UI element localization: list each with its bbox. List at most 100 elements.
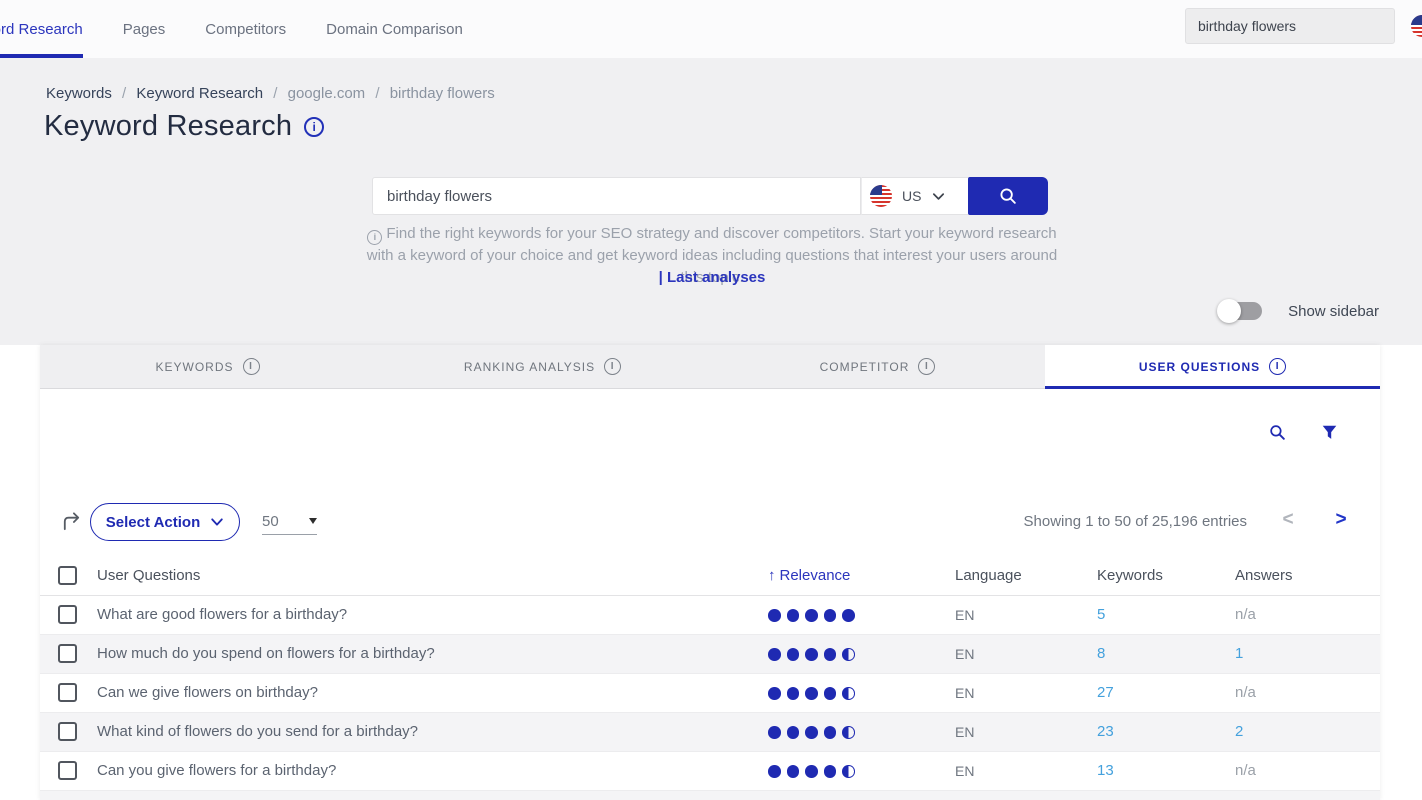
select-all-checkbox[interactable] (58, 566, 77, 585)
breadcrumb: Keywords / Keyword Research / google.com… (46, 85, 495, 102)
show-sidebar-toggle[interactable] (1220, 302, 1262, 320)
answers-value: n/a (1235, 596, 1256, 634)
prev-page-button[interactable]: < (1278, 509, 1298, 531)
column-label: Relevance (780, 567, 851, 584)
answers-value: n/a (1235, 674, 1256, 712)
language-value: EN (955, 752, 974, 790)
breadcrumb-separator: / (273, 85, 277, 102)
tab-keywords[interactable]: KEYWORDS i (40, 345, 375, 388)
tab-label: KEYWORDS (155, 360, 233, 374)
language-value: EN (955, 713, 974, 751)
us-flag-icon[interactable] (1411, 15, 1422, 37)
user-questions-table: User Questions ↑Relevance Language Keywo… (40, 556, 1380, 800)
column-answers[interactable]: Answers (1235, 556, 1293, 595)
last-analyses-link[interactable]: | Last analyses (362, 269, 1062, 286)
relevance-dot (768, 609, 781, 622)
tab-user-questions[interactable]: USER QUESTIONS i (1045, 345, 1380, 388)
row-checkbox[interactable] (58, 722, 77, 741)
answers-value[interactable]: 1 (1235, 635, 1243, 673)
table-row: Can we give flowers on birthday? EN 27 n… (40, 674, 1380, 713)
relevance-dot (768, 687, 781, 700)
row-checkbox[interactable] (58, 644, 77, 663)
showing-entries-text: Showing 1 to 50 of 25,196 entries (940, 513, 1247, 530)
question-text: Can we give flowers on birthday? (97, 674, 318, 712)
info-icon[interactable]: i (604, 358, 621, 375)
page-size-select[interactable]: 50 (262, 508, 317, 535)
select-action-button[interactable]: Select Action (90, 503, 240, 541)
relevance-dot (805, 609, 818, 622)
next-page-button[interactable]: > (1331, 509, 1351, 531)
tab-label: COMPETITOR (820, 360, 910, 374)
relevance-dot (824, 726, 837, 739)
answers-value: n/a (1235, 752, 1256, 790)
keywords-link[interactable]: 5 (1097, 596, 1105, 634)
chevron-down-icon (931, 189, 946, 204)
info-icon[interactable]: i (918, 358, 935, 375)
column-language[interactable]: Language (955, 556, 1022, 595)
relevance-dots (768, 609, 855, 622)
row-checkbox[interactable] (58, 683, 77, 702)
tab-ranking-analysis[interactable]: RANKING ANALYSIS i (375, 345, 710, 388)
breadcrumb-google-com[interactable]: google.com (288, 85, 366, 102)
filter-icon[interactable] (1321, 424, 1338, 441)
relevance-dot (768, 726, 781, 739)
keyword-search-input[interactable] (372, 177, 861, 215)
keywords-link[interactable]: 23 (1097, 713, 1114, 751)
nav-item-keyword-research[interactable]: Keyword Research (0, 0, 83, 58)
row-checkbox[interactable] (58, 761, 77, 780)
column-relevance-sort[interactable]: ↑Relevance (768, 556, 850, 595)
question-text: What kind of flowers do you send for a b… (97, 713, 418, 751)
breadcrumb-keyword-research[interactable]: Keyword Research (136, 85, 263, 102)
relevance-dot (842, 726, 855, 739)
info-icon[interactable]: i (1269, 358, 1286, 375)
table-row: What kind of flowers do you send for a b… (40, 713, 1380, 752)
keyword-search-row: US (372, 177, 1048, 215)
tab-competitor[interactable]: COMPETITOR i (710, 345, 1045, 388)
table-search-icon[interactable] (1268, 423, 1287, 442)
answers-value[interactable]: 2 (1235, 713, 1243, 751)
relevance-dot (824, 609, 837, 622)
question-text: How much do you spend on flowers for a b… (97, 635, 435, 673)
info-icon[interactable]: i (243, 358, 260, 375)
results-card: KEYWORDS i RANKING ANALYSIS i COMPETITOR… (40, 345, 1380, 800)
relevance-dot (824, 765, 837, 778)
question-text: Can you give flowers for a birthday? (97, 752, 336, 790)
relevance-dot (842, 765, 855, 778)
title-info-icon[interactable]: i (304, 117, 324, 137)
chevron-down-icon (210, 515, 224, 529)
country-select[interactable]: US (861, 177, 968, 215)
nav-item-competitors[interactable]: Competitors (205, 0, 286, 58)
country-code: US (902, 188, 921, 204)
breadcrumb-birthday-flowers: birthday flowers (390, 85, 495, 102)
top-search-box (1185, 8, 1395, 44)
page-header-section: Keywords / Keyword Research / google.com… (0, 58, 1422, 345)
table-header-row: User Questions ↑Relevance Language Keywo… (40, 556, 1380, 596)
search-button[interactable] (968, 177, 1048, 215)
relevance-dot (842, 609, 855, 622)
keywords-link[interactable]: 13 (1097, 752, 1114, 790)
nav-item-pages[interactable]: Pages (123, 0, 166, 58)
breadcrumb-separator: / (122, 85, 126, 102)
export-icon[interactable] (60, 510, 83, 538)
relevance-dot (787, 609, 800, 622)
column-user-questions: User Questions (97, 556, 200, 595)
language-value: EN (955, 674, 974, 712)
row-checkbox[interactable] (58, 605, 77, 624)
keywords-link[interactable]: 27 (1097, 674, 1114, 712)
relevance-dot (824, 648, 837, 661)
main-nav: Keyword Research Pages Competitors Domai… (0, 0, 503, 58)
caret-down-icon (309, 518, 317, 524)
select-action-label: Select Action (106, 514, 200, 531)
results-tabs: KEYWORDS i RANKING ANALYSIS i COMPETITOR… (40, 345, 1380, 389)
keywords-link[interactable]: 8 (1097, 635, 1105, 673)
search-icon (997, 185, 1019, 207)
show-sidebar-label: Show sidebar (1288, 303, 1379, 320)
relevance-dot (787, 765, 800, 778)
page-title: Keyword Research (44, 110, 292, 143)
top-search-input[interactable] (1186, 9, 1394, 43)
info-icon: i (367, 230, 382, 245)
page-size-value: 50 (262, 513, 279, 530)
breadcrumb-keywords[interactable]: Keywords (46, 85, 112, 102)
column-keywords[interactable]: Keywords (1097, 556, 1163, 595)
nav-item-domain-comparison[interactable]: Domain Comparison (326, 0, 463, 58)
